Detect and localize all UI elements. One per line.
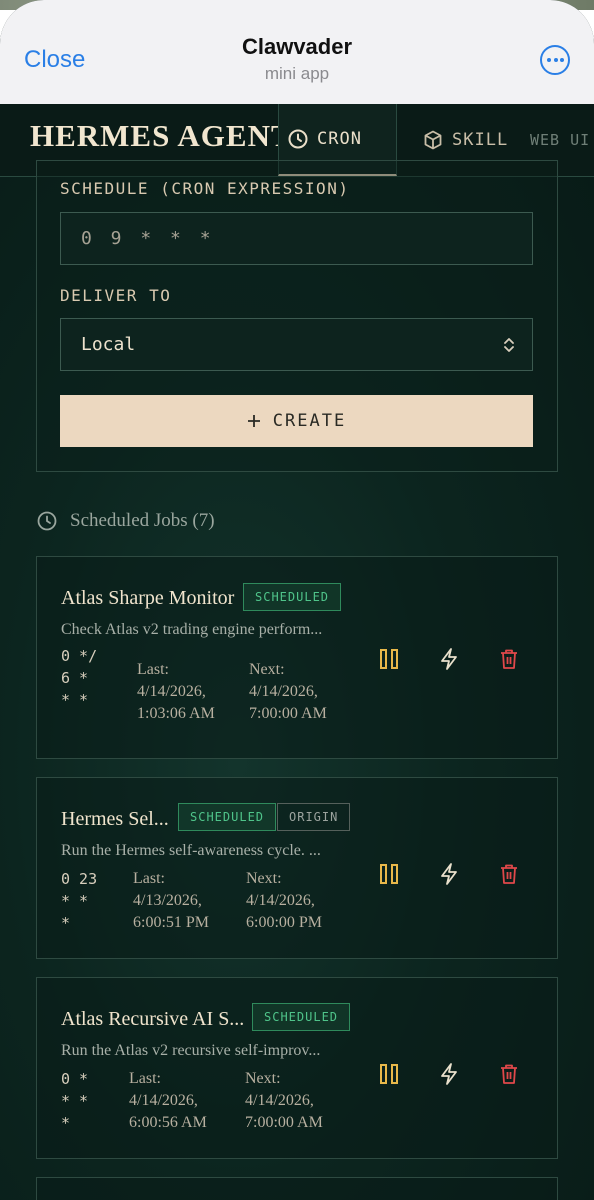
job-card[interactable]: Atlas Sharpe Monitor SCHEDULED Check Atl… (36, 556, 558, 759)
status-badge: SCHEDULED (178, 803, 277, 831)
pause-icon (380, 864, 398, 884)
job-cron-expression: 0 * * * * (61, 1070, 89, 1132)
app-title: Clawvader (241, 34, 353, 59)
schedule-label: SCHEDULE (CRON EXPRESSION) (60, 179, 350, 198)
job-description: Run the Atlas v2 recursive self-improv..… (61, 1042, 321, 1059)
job-last-run: Last: 4/13/2026, 6:00:51 PM (133, 868, 209, 934)
next-label: Next: (246, 870, 282, 887)
job-title: Atlas Recursive AI S... (61, 1008, 245, 1030)
job-next-run: Next: 4/14/2026, 6:00:00 PM (246, 868, 322, 934)
deliver-select[interactable]: Local (60, 318, 533, 371)
last-time: 1:03:06 AM (137, 705, 215, 722)
run-now-button[interactable] (433, 1058, 465, 1090)
job-title: Hermes Sel... (61, 808, 169, 830)
create-button[interactable]: CREATE (60, 395, 533, 447)
next-date: 4/14/2026, (245, 1092, 314, 1109)
jobs-section-title: Scheduled Jobs (7) (70, 510, 215, 531)
trash-icon (501, 649, 517, 669)
last-date: 4/14/2026, (129, 1092, 198, 1109)
lightning-icon (441, 863, 457, 885)
last-time: 6:00:56 AM (129, 1114, 207, 1131)
next-label: Next: (245, 1070, 281, 1087)
plus-icon (247, 415, 260, 427)
delete-button[interactable] (493, 1058, 525, 1090)
deliver-label: DELIVER TO (60, 286, 172, 305)
pause-icon (380, 649, 398, 669)
lightning-icon (441, 1063, 457, 1085)
job-last-run: Last: 4/14/2026, 1:03:06 AM (137, 659, 215, 725)
next-date: 4/14/2026, (246, 892, 315, 909)
pause-button[interactable] (373, 1058, 405, 1090)
job-card[interactable]: Hermes Sel... SCHEDULED ORIGIN Run the H… (36, 777, 558, 959)
last-date: 4/13/2026, (133, 892, 202, 909)
job-cron-expression: 0 */6 * * * (61, 647, 98, 709)
clock-icon (288, 129, 308, 149)
next-time: 6:00:00 PM (246, 914, 323, 931)
delete-button[interactable] (493, 643, 525, 675)
last-label: Last: (137, 661, 169, 678)
job-description: Run the Hermes self-awareness cycle. ... (61, 842, 321, 859)
job-description: Check Atlas v2 trading engine perform... (61, 621, 323, 638)
tab-skill-label: SKILL (452, 130, 509, 150)
last-date: 4/14/2026, (137, 683, 206, 700)
more-options-icon[interactable] (540, 45, 570, 75)
cube-icon (424, 130, 442, 150)
brand-logo: HERMES AGENT (30, 118, 293, 153)
job-card[interactable] (36, 1177, 558, 1200)
delete-button[interactable] (493, 858, 525, 890)
next-label: Next: (249, 661, 285, 678)
trash-icon (501, 1064, 517, 1084)
pause-button[interactable] (373, 643, 405, 675)
pause-button[interactable] (373, 858, 405, 890)
job-title: Atlas Sharpe Monitor (61, 587, 235, 609)
job-card[interactable]: Atlas Recursive AI S... SCHEDULED Run th… (36, 977, 558, 1159)
clock-icon (37, 511, 57, 531)
run-now-button[interactable] (433, 858, 465, 890)
next-time: 7:00:00 AM (245, 1114, 323, 1131)
job-cron-expression: 0 23 * * * (61, 870, 98, 932)
job-next-run: Next: 4/14/2026, 7:00:00 AM (245, 1068, 323, 1134)
status-badge: SCHEDULED (252, 1003, 351, 1031)
tab-web-label: WEB UI (530, 131, 591, 149)
status-badge: SCHEDULED (243, 583, 342, 611)
pause-icon (380, 1064, 398, 1084)
trash-icon (501, 864, 517, 884)
next-date: 4/14/2026, (249, 683, 318, 700)
schedule-input[interactable]: 0 9 * * * (60, 212, 533, 265)
jobs-section-header: Scheduled Jobs (7) (36, 510, 215, 532)
run-now-button[interactable] (433, 643, 465, 675)
deliver-select-value: Local (81, 334, 136, 355)
next-time: 7:00:00 AM (249, 705, 327, 722)
origin-badge: ORIGIN (277, 803, 351, 831)
sheet-header: Close Clawvader mini app (0, 0, 594, 104)
last-time: 6:00:51 PM (133, 914, 210, 931)
tab-cron-label: CRON (317, 129, 362, 149)
job-last-run: Last: 4/14/2026, 6:00:56 AM (129, 1068, 207, 1134)
create-button-label: CREATE (272, 411, 347, 431)
last-label: Last: (129, 1070, 161, 1087)
app-subtitle: mini app (264, 64, 330, 83)
app-content: HERMES AGENT CRON SKILL WEB UI SCHEDULE … (0, 104, 594, 1200)
last-label: Last: (133, 870, 165, 887)
lightning-icon (441, 648, 457, 670)
job-next-run: Next: 4/14/2026, 7:00:00 AM (249, 659, 327, 725)
mini-app-sheet: Close Clawvader mini app HERMES AGENT CR… (0, 0, 594, 1200)
chevron-updown-icon (504, 338, 514, 352)
